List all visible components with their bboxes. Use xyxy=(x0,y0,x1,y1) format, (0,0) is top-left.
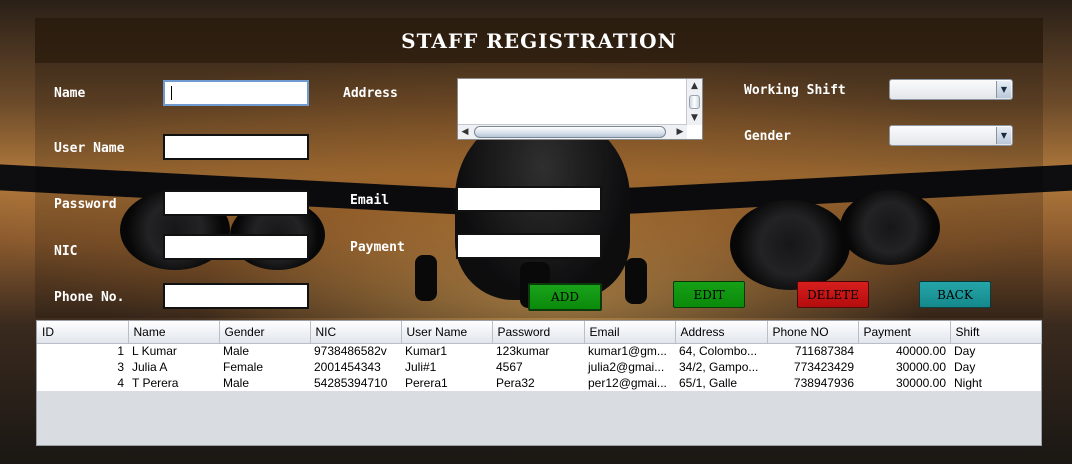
table-header-row: ID Name Gender NIC User Name Password Em… xyxy=(37,321,1042,344)
cell-id: 4 xyxy=(37,375,128,391)
cell-gender: Female xyxy=(219,359,310,375)
scroll-right-icon[interactable]: ▶ xyxy=(673,125,687,139)
table-row[interactable]: 4 T Perera Male 54285394710 Perera1 Pera… xyxy=(37,375,1041,391)
cell-name: Julia A xyxy=(128,359,219,375)
column-header[interactable]: NIC xyxy=(310,321,402,344)
name-label: Name xyxy=(54,86,86,101)
cell-username: Kumar1 xyxy=(401,343,492,359)
title-bar: STAFF REGISTRATION xyxy=(35,18,1043,63)
chevron-down-icon[interactable]: ▼ xyxy=(996,127,1011,144)
cell-gender: Male xyxy=(219,375,310,391)
edit-button[interactable]: EDIT xyxy=(673,281,745,308)
address-horizontal-scrollbar[interactable]: ◀ ▶ xyxy=(458,124,687,139)
cell-shift: Day xyxy=(950,343,1041,359)
cell-payment: 40000.00 xyxy=(858,343,950,359)
name-field[interactable] xyxy=(163,80,309,106)
column-header[interactable]: Address xyxy=(675,321,768,344)
password-field[interactable] xyxy=(163,190,309,216)
cell-address: 65/1, Galle xyxy=(675,375,767,391)
cell-address: 64, Colombo... xyxy=(675,343,767,359)
text-caret xyxy=(171,86,172,100)
cell-nic: 9738486582v xyxy=(310,343,401,359)
cell-nic: 54285394710 xyxy=(310,375,401,391)
cell-id: 3 xyxy=(37,359,128,375)
scroll-left-icon[interactable]: ◀ xyxy=(458,125,472,139)
cell-email: julia2@gmai... xyxy=(584,359,675,375)
cell-gender: Male xyxy=(219,343,310,359)
working-shift-select[interactable]: ▼ xyxy=(889,79,1013,100)
payment-label: Payment xyxy=(350,240,405,255)
column-header[interactable]: Email xyxy=(584,321,676,344)
gender-label: Gender xyxy=(744,129,791,144)
username-label: User Name xyxy=(54,141,125,156)
table-row[interactable]: 3 Julia A Female 2001454343 Juli#1 4567 … xyxy=(37,359,1041,375)
cell-name: L Kumar xyxy=(128,343,219,359)
nic-label: NIC xyxy=(54,244,78,259)
cell-payment: 30000.00 xyxy=(858,359,950,375)
address-textarea[interactable]: ▲ ▼ ◀ ▶ xyxy=(457,78,703,140)
cell-phone: 711687384 xyxy=(767,343,858,359)
cell-email: per12@gmai... xyxy=(584,375,675,391)
cell-phone: 773423429 xyxy=(767,359,858,375)
cell-id: 1 xyxy=(37,343,128,359)
cell-password: Pera32 xyxy=(492,375,584,391)
column-header[interactable]: Name xyxy=(128,321,220,344)
table-row[interactable]: 1 L Kumar Male 9738486582v Kumar1 123kum… xyxy=(37,343,1041,359)
email-label: Email xyxy=(350,193,390,208)
cell-email: kumar1@gm... xyxy=(584,343,675,359)
cell-shift: Night xyxy=(950,375,1041,391)
back-button[interactable]: BACK xyxy=(919,281,991,308)
payment-field[interactable] xyxy=(456,233,602,259)
cell-username: Juli#1 xyxy=(401,359,492,375)
column-header[interactable]: Gender xyxy=(219,321,311,344)
cell-nic: 2001454343 xyxy=(310,359,401,375)
page-title: STAFF REGISTRATION xyxy=(401,28,677,53)
cell-password: 4567 xyxy=(492,359,584,375)
column-header[interactable]: Shift xyxy=(950,321,1042,344)
cell-shift: Day xyxy=(950,359,1041,375)
email-field[interactable] xyxy=(456,186,602,212)
password-label: Password xyxy=(54,197,117,212)
gender-select[interactable]: ▼ xyxy=(889,125,1013,146)
column-header[interactable]: Phone NO xyxy=(767,321,859,344)
scroll-thumb[interactable] xyxy=(689,95,700,109)
scroll-down-icon[interactable]: ▼ xyxy=(687,111,702,125)
cell-password: 123kumar xyxy=(492,343,584,359)
column-header[interactable]: User Name xyxy=(401,321,493,344)
staff-table[interactable]: ID Name Gender NIC User Name Password Em… xyxy=(36,320,1042,446)
phone-field[interactable] xyxy=(163,283,309,309)
scroll-up-icon[interactable]: ▲ xyxy=(687,79,702,93)
column-header[interactable]: Password xyxy=(492,321,585,344)
address-vertical-scrollbar[interactable]: ▲ ▼ xyxy=(686,79,702,125)
username-field[interactable] xyxy=(163,134,309,160)
column-header[interactable]: ID xyxy=(37,321,129,344)
address-label: Address xyxy=(343,86,398,101)
nic-field[interactable] xyxy=(163,234,309,260)
delete-button[interactable]: DELETE xyxy=(797,281,869,308)
chevron-down-icon[interactable]: ▼ xyxy=(996,81,1011,98)
cell-phone: 738947936 xyxy=(767,375,858,391)
column-header[interactable]: Payment xyxy=(858,321,951,344)
cell-name: T Perera xyxy=(128,375,219,391)
cell-address: 34/2, Gampo... xyxy=(675,359,767,375)
phone-label: Phone No. xyxy=(54,290,125,305)
working-shift-label: Working Shift xyxy=(744,83,846,98)
add-button[interactable]: ADD xyxy=(528,283,602,311)
scroll-thumb-horizontal[interactable] xyxy=(474,126,666,138)
cell-payment: 30000.00 xyxy=(858,375,950,391)
cell-username: Perera1 xyxy=(401,375,492,391)
